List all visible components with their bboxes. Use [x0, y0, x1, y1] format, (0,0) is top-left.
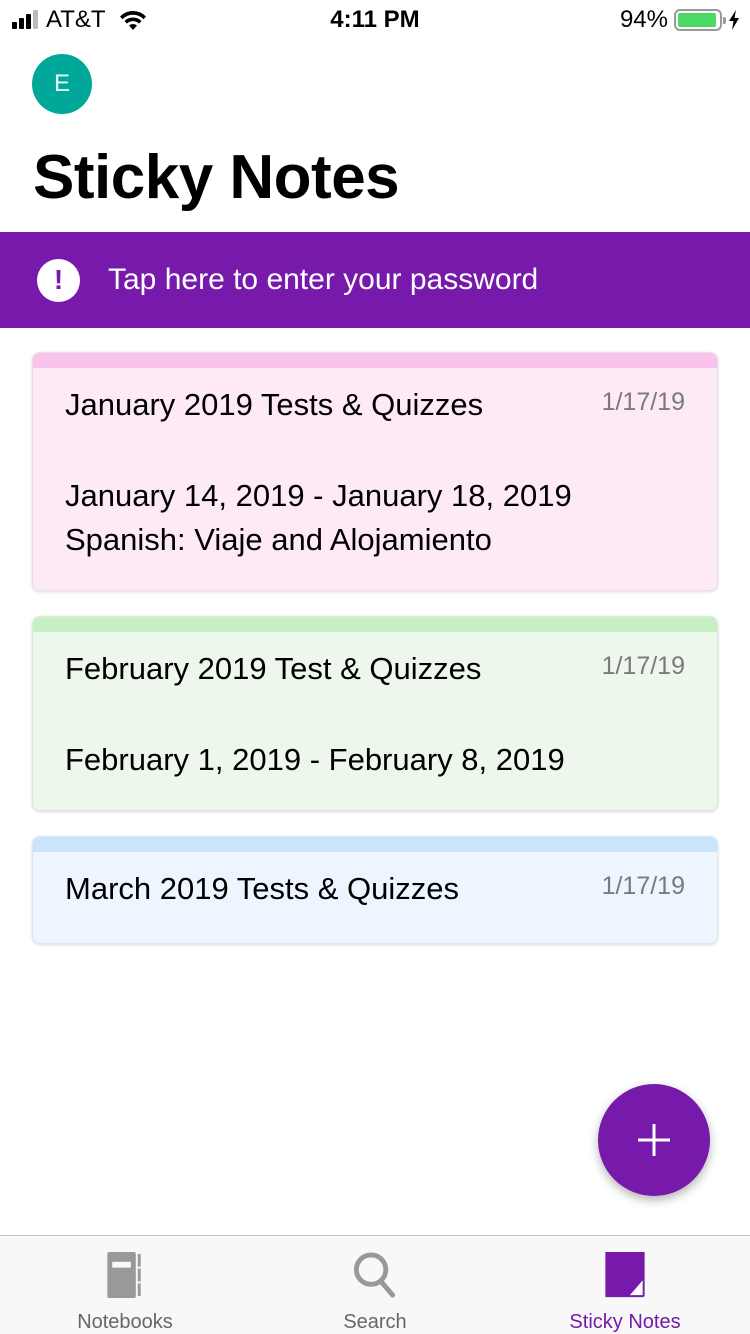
- note-title: February 2019 Test & Quizzes: [65, 651, 482, 686]
- note-line: Spanish: Viaje and Alojamiento: [65, 522, 492, 557]
- note-line: February 1, 2019 - February 8, 2019: [65, 742, 565, 777]
- tab-notebooks[interactable]: Notebooks: [0, 1236, 250, 1334]
- note-title: March 2019 Tests & Quizzes: [65, 871, 459, 906]
- note-color-strip: [33, 353, 717, 368]
- note-title: January 2019 Tests & Quizzes: [65, 387, 484, 422]
- note-date: 1/17/19: [601, 872, 685, 900]
- tab-label: Notebooks: [77, 1311, 173, 1333]
- battery-percent: 94%: [619, 6, 668, 33]
- note-line: January 14, 2019 - January 18, 2019: [65, 478, 572, 513]
- tab-label: Search: [343, 1311, 407, 1333]
- page-title: Sticky Notes: [33, 143, 400, 212]
- tab-sticky-notes[interactable]: Sticky Notes: [500, 1236, 750, 1334]
- exclamation-icon: !: [37, 258, 80, 302]
- sticky-note-card[interactable]: January 2019 Tests & Quizzes 1/17/19 Jan…: [32, 352, 718, 591]
- sticky-note-icon: [605, 1251, 645, 1298]
- note-date: 1/17/19: [601, 652, 685, 680]
- charging-bolt-icon: [729, 10, 739, 30]
- sticky-note-card[interactable]: March 2019 Tests & Quizzes 1/17/19: [32, 836, 718, 944]
- note-date: 1/17/19: [601, 388, 685, 416]
- battery-icon: [674, 9, 726, 31]
- tab-search[interactable]: Search: [250, 1236, 500, 1334]
- note-color-strip: [33, 617, 717, 632]
- avatar-initial: E: [53, 70, 70, 97]
- search-icon: [353, 1252, 396, 1298]
- banner-text: Tap here to enter your password: [108, 263, 539, 296]
- sticky-note-card[interactable]: February 2019 Test & Quizzes 1/17/19 Feb…: [32, 616, 718, 811]
- status-bar: AT&T 4:11 PM 94%: [0, 0, 750, 40]
- notebook-icon: [107, 1251, 141, 1299]
- note-color-strip: [33, 837, 717, 852]
- password-banner[interactable]: ! Tap here to enter your password: [0, 232, 750, 328]
- avatar[interactable]: E: [32, 54, 92, 114]
- new-note-button[interactable]: [598, 1084, 710, 1196]
- plus-icon: [638, 1124, 670, 1156]
- tab-label: Sticky Notes: [569, 1311, 681, 1333]
- tab-bar: Notebooks Search Sticky Notes: [0, 1235, 750, 1334]
